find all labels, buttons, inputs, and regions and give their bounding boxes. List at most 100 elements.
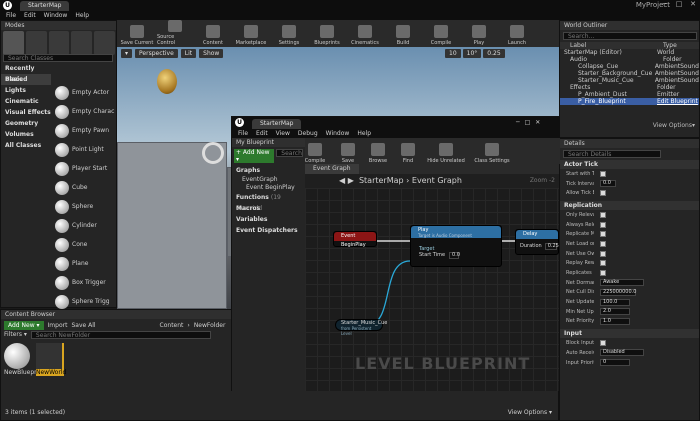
maximize-button[interactable]: □: [525, 119, 531, 126]
hide-unrelated-button[interactable]: Hide Unrelated: [426, 138, 466, 165]
music-cue-reference-node[interactable]: Starter_Music_Cue from Persistent Level: [335, 319, 387, 336]
menu-file[interactable]: File: [6, 11, 16, 20]
outliner-row-selected[interactable]: P_Fire_Blueprint Edit Blueprint: [560, 98, 699, 105]
outliner-row[interactable]: P_Ambient_Dust Emitter: [560, 91, 699, 98]
macros-section[interactable]: Macros: [232, 203, 305, 214]
category-item[interactable]: Volumes: [1, 129, 51, 140]
add-new-button[interactable]: Add New ▾: [4, 320, 44, 330]
outliner-row[interactable]: Starter_Music_Cue AmbientSound: [560, 77, 699, 84]
show-button[interactable]: Show: [199, 49, 224, 58]
menu-help[interactable]: Help: [75, 11, 89, 20]
level-tab[interactable]: StarterMap: [20, 1, 70, 11]
paint-mode-icon[interactable]: [25, 31, 47, 55]
allow-tick-checkbox[interactable]: [600, 190, 606, 197]
bp-menu-help[interactable]: Help: [357, 129, 371, 138]
placeable-item[interactable]: Empty Actor: [52, 83, 116, 102]
play-node[interactable]: Play Target is Audio Component Target Sta…: [410, 225, 502, 267]
close-button[interactable]: ✕: [686, 0, 700, 10]
outliner-row[interactable]: StarterMap (Editor) World: [560, 49, 699, 56]
close-button[interactable]: ✕: [535, 119, 540, 126]
net-update-input[interactable]: 100.0: [600, 298, 630, 306]
rotation-snap[interactable]: 10°: [462, 49, 482, 58]
category-item[interactable]: Lights: [1, 85, 51, 96]
category-item[interactable]: Visual Effects: [1, 107, 51, 118]
delay-duration-input[interactable]: 0.25: [544, 243, 559, 250]
filters-button[interactable]: Filters ▾: [4, 331, 27, 339]
placeable-item[interactable]: Sphere: [52, 197, 116, 216]
save-current-button[interactable]: Save Current: [119, 20, 155, 47]
blueprints-button[interactable]: Blueprints: [309, 20, 345, 47]
section-actor-tick[interactable]: Actor Tick: [560, 160, 699, 169]
checkbox[interactable]: [600, 260, 606, 267]
category-item[interactable]: Cinematic: [1, 96, 51, 107]
placeable-item[interactable]: Point Light: [52, 140, 116, 159]
modes-search-input[interactable]: Search Classes: [3, 54, 113, 62]
settings-button[interactable]: Settings: [271, 20, 307, 47]
bp-menu-debug[interactable]: Debug: [298, 129, 318, 138]
placeable-item[interactable]: Player Start: [52, 159, 116, 178]
breadcrumb-folder[interactable]: NewFolder: [194, 322, 226, 329]
placeable-item[interactable]: Box Trigger: [52, 273, 116, 292]
geometry-mode-icon[interactable]: [94, 31, 115, 55]
import-button[interactable]: Import: [48, 322, 68, 329]
checkbox[interactable]: [600, 221, 606, 228]
find-button[interactable]: Find: [396, 138, 420, 165]
category-item[interactable]: Recently Placed: [1, 63, 51, 83]
graphs-section[interactable]: Graphs: [232, 165, 305, 176]
asset-tile[interactable]: NewBlueprint: [4, 343, 44, 376]
placeable-item[interactable]: Cylinder: [52, 216, 116, 235]
play-button[interactable]: Play: [461, 20, 497, 47]
min-net-input[interactable]: 2.0: [600, 308, 630, 316]
perspective-button[interactable]: Perspective: [135, 49, 178, 58]
category-item[interactable]: All Classes: [1, 140, 51, 151]
outliner-row[interactable]: Effects Folder: [560, 84, 699, 91]
section-replication[interactable]: Replication: [560, 201, 699, 211]
section-input[interactable]: Input: [560, 329, 699, 339]
marketplace-button[interactable]: Marketplace: [233, 20, 269, 47]
placeable-item[interactable]: Cone: [52, 235, 116, 254]
checkbox[interactable]: [600, 211, 606, 218]
delay-node[interactable]: Delay Duration 0.25: [515, 229, 559, 255]
asset-tile-selected[interactable]: NewWorld: [36, 343, 66, 376]
minimize-button[interactable]: ─: [516, 119, 520, 126]
net-dormancy-select[interactable]: Awake: [600, 279, 644, 287]
my-blueprint-search[interactable]: Search: [276, 149, 303, 157]
start-time-input[interactable]: 0.0: [449, 252, 460, 259]
placeable-item[interactable]: Empty Pawn: [52, 121, 116, 140]
placeable-item[interactable]: Plane: [52, 254, 116, 273]
dispatchers-section[interactable]: Event Dispatchers: [232, 225, 305, 236]
content-search-input[interactable]: Search NewFolder: [30, 331, 211, 339]
save-all-button[interactable]: Save All: [71, 322, 95, 329]
outliner-row[interactable]: Audio Folder: [560, 56, 699, 63]
menu-edit[interactable]: Edit: [24, 11, 36, 20]
net-cull-input[interactable]: 225000000.0: [600, 288, 636, 296]
foliage-mode-icon[interactable]: [71, 31, 93, 55]
event-graph-item[interactable]: EventGraph: [232, 176, 305, 184]
event-beginplay-node[interactable]: Event BeginPlay: [333, 231, 377, 248]
checkbox[interactable]: [600, 250, 606, 257]
bp-menu-file[interactable]: File: [238, 129, 248, 138]
outliner-row[interactable]: Collapse_Cue AmbientSound: [560, 63, 699, 70]
outliner-row[interactable]: Starter_Background_Cue AmbientSound: [560, 70, 699, 77]
breadcrumb-content[interactable]: Content: [160, 322, 184, 329]
bp-menu-view[interactable]: View: [276, 129, 290, 138]
maximize-button[interactable]: □: [672, 0, 686, 10]
source-control-button[interactable]: Source Control: [157, 20, 193, 47]
bp-menu-edit[interactable]: Edit: [256, 129, 268, 138]
place-mode-icon[interactable]: [3, 31, 24, 55]
save-button[interactable]: Save: [336, 138, 360, 165]
blueprint-tab[interactable]: StarterMap: [252, 119, 302, 129]
class-settings-button[interactable]: Class Settings: [472, 138, 512, 165]
bp-menu-window[interactable]: Window: [326, 129, 350, 138]
viewport-menu-button[interactable]: ▾: [121, 49, 133, 58]
placeable-item[interactable]: Empty Charac: [52, 102, 116, 121]
event-beginplay-item[interactable]: Event BeginPlay: [232, 184, 305, 192]
details-search-input[interactable]: Search Details: [563, 150, 661, 158]
checkbox[interactable]: [600, 270, 606, 277]
grid-snap[interactable]: 10: [445, 49, 461, 58]
category-item[interactable]: Geometry: [1, 118, 51, 129]
variables-section[interactable]: Variables: [232, 214, 305, 225]
minimize-button[interactable]: ─: [658, 0, 672, 10]
add-new-button[interactable]: + Add New ▾: [234, 149, 275, 163]
net-priority-input[interactable]: 1.0: [600, 317, 630, 325]
